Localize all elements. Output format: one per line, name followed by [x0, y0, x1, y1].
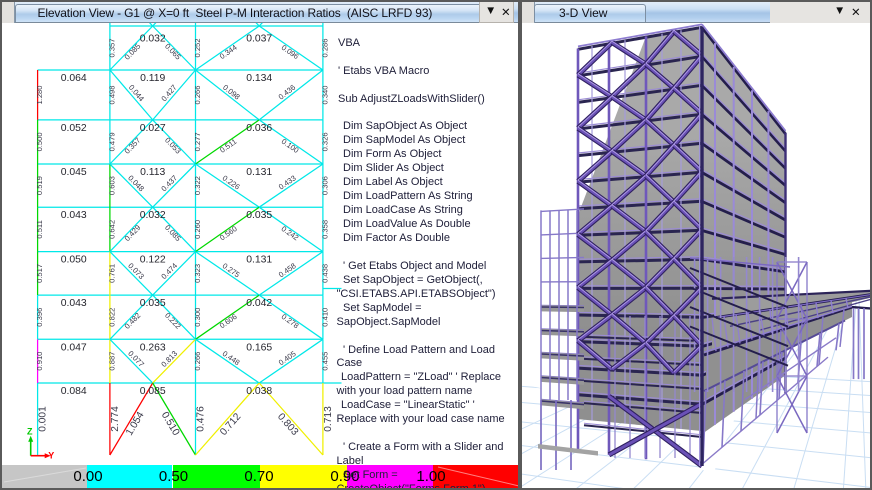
svg-text:0.448: 0.448	[221, 349, 242, 367]
svg-text:0.038: 0.038	[246, 386, 272, 397]
svg-text:0.358: 0.358	[320, 220, 329, 239]
svg-text:0.266: 0.266	[193, 85, 202, 104]
svg-text:0.822: 0.822	[107, 308, 116, 327]
svg-text:0.455: 0.455	[320, 352, 329, 371]
svg-text:0.037: 0.037	[246, 34, 272, 45]
svg-text:0.326: 0.326	[320, 132, 329, 151]
svg-text:0.340: 0.340	[320, 85, 329, 104]
svg-text:0.165: 0.165	[246, 342, 272, 353]
svg-text:0.510: 0.510	[159, 410, 182, 438]
svg-text:0.344: 0.344	[218, 43, 239, 61]
svg-text:0.458: 0.458	[277, 261, 298, 279]
svg-text:0.047: 0.047	[61, 342, 87, 353]
svg-text:0.053: 0.053	[163, 136, 183, 156]
svg-text:0.131: 0.131	[246, 255, 272, 266]
svg-text:0.642: 0.642	[107, 220, 116, 239]
svg-text:0.910: 0.910	[35, 352, 44, 371]
svg-text:0.300: 0.300	[193, 308, 202, 327]
svg-text:0.498: 0.498	[107, 85, 116, 104]
svg-text:0.560: 0.560	[218, 224, 239, 242]
svg-text:0.043: 0.043	[61, 298, 87, 309]
svg-text:1.280: 1.280	[35, 85, 44, 104]
svg-text:0.036: 0.036	[246, 123, 272, 134]
svg-text:0.286: 0.286	[320, 38, 329, 57]
svg-text:0.500: 0.500	[35, 132, 44, 151]
svg-text:0.085: 0.085	[140, 386, 166, 397]
svg-text:0.277: 0.277	[193, 132, 202, 151]
svg-text:2.774: 2.774	[110, 406, 121, 432]
svg-text:0.357: 0.357	[123, 136, 143, 156]
svg-text:0.713: 0.713	[323, 406, 334, 432]
svg-text:0.429: 0.429	[123, 223, 143, 243]
svg-text:0.263: 0.263	[140, 342, 166, 353]
svg-text:0.517: 0.517	[35, 264, 44, 283]
svg-text:0.027: 0.027	[140, 123, 166, 134]
svg-text:0.479: 0.479	[107, 132, 116, 151]
svg-text:0.242: 0.242	[280, 224, 301, 242]
svg-text:0.252: 0.252	[193, 38, 202, 57]
svg-text:0.084: 0.084	[61, 386, 87, 397]
svg-text:0.410: 0.410	[320, 308, 329, 327]
svg-text:0.122: 0.122	[140, 255, 166, 266]
svg-text:0.043: 0.043	[61, 210, 87, 221]
svg-text:0.278: 0.278	[280, 312, 301, 330]
svg-text:0.131: 0.131	[246, 167, 272, 178]
svg-text:0.405: 0.405	[277, 349, 298, 367]
svg-text:0.260: 0.260	[193, 220, 202, 239]
svg-text:0.119: 0.119	[140, 73, 165, 84]
svg-text:0.323: 0.323	[193, 264, 202, 283]
svg-text:0.266: 0.266	[193, 352, 202, 371]
svg-text:0.032: 0.032	[140, 210, 166, 221]
svg-text:Z: Z	[27, 427, 33, 437]
svg-text:Y: Y	[48, 451, 54, 461]
svg-text:0.322: 0.322	[193, 176, 202, 195]
svg-text:0.032: 0.032	[140, 34, 166, 45]
svg-text:1.054: 1.054	[124, 410, 147, 438]
svg-text:0.603: 0.603	[107, 176, 116, 195]
svg-text:0.096: 0.096	[280, 43, 301, 61]
svg-text:0.134: 0.134	[246, 73, 272, 84]
svg-text:0.519: 0.519	[35, 176, 44, 195]
svg-text:0.511: 0.511	[35, 220, 44, 238]
svg-text:0.396: 0.396	[35, 308, 44, 327]
svg-text:0.035: 0.035	[246, 210, 272, 221]
svg-text:0.050: 0.050	[61, 255, 87, 266]
svg-text:0.064: 0.064	[61, 73, 87, 84]
svg-text:0.606: 0.606	[218, 312, 239, 330]
svg-text:0.275: 0.275	[221, 261, 242, 279]
svg-text:0.085: 0.085	[163, 223, 183, 243]
svg-text:0.222: 0.222	[163, 311, 183, 331]
svg-text:0.001: 0.001	[38, 406, 49, 432]
svg-text:0.511: 0.511	[218, 137, 238, 155]
svg-text:0.045: 0.045	[61, 167, 87, 178]
svg-text:0.887: 0.887	[107, 352, 116, 371]
svg-text:0.438: 0.438	[320, 264, 329, 283]
svg-text:0.085: 0.085	[123, 42, 143, 62]
svg-text:0.035: 0.035	[140, 298, 166, 309]
svg-text:0.761: 0.761	[107, 264, 116, 283]
svg-text:0.065: 0.065	[163, 42, 183, 62]
svg-text:0.482: 0.482	[123, 311, 143, 331]
svg-text:0.357: 0.357	[107, 38, 116, 57]
svg-text:0.052: 0.052	[61, 123, 87, 134]
svg-text:0.306: 0.306	[320, 176, 329, 195]
svg-text:0.113: 0.113	[140, 167, 165, 178]
svg-text:0.100: 0.100	[280, 137, 301, 155]
svg-text:0.042: 0.042	[246, 298, 272, 309]
svg-text:0.476: 0.476	[196, 406, 207, 432]
